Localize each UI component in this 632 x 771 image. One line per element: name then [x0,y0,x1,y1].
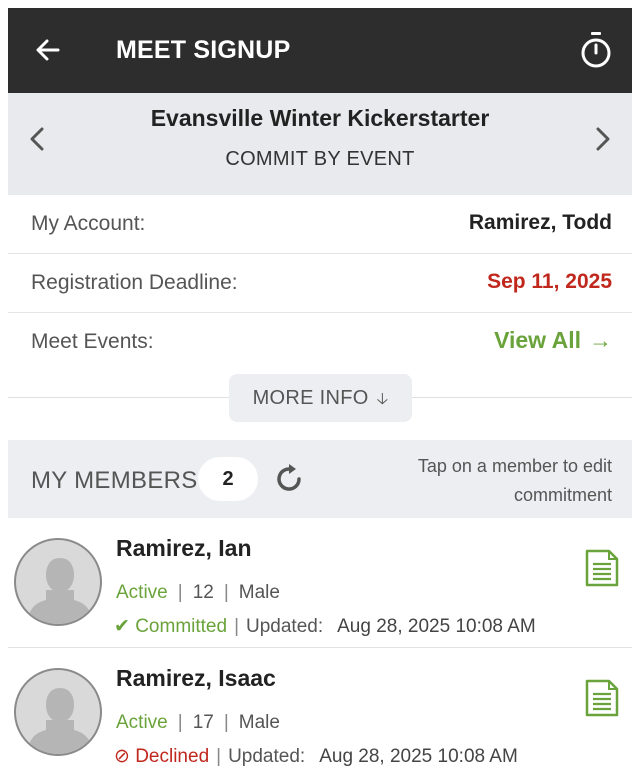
member-meta: Active | 12 | Male [116,582,280,604]
chevron-right-icon[interactable] [590,121,616,157]
separator: | [177,582,183,603]
member-row[interactable]: Ramirez, Isaac Active | 17 | Male ⊘ Declined… [8,648,632,771]
meet-name: Evansville Winter Kickerstarter [150,105,490,131]
page-title: MEET SIGNUP [116,36,291,64]
separator: | [234,616,239,637]
avatar [14,668,102,756]
deadline-label: Registration Deadline: [31,271,238,294]
checkmark-icon: ✔ [114,616,130,637]
deadline-row: Registration Deadline: Sep 11, 2025 [8,254,632,313]
more-info-button[interactable]: MORE INFO 🡣 [229,374,412,422]
updated-date: Aug 28, 2025 10:08 AM [319,746,518,767]
prohibited-icon: ⊘ [114,746,130,767]
member-meta: Active | 17 | Male [116,712,280,734]
meet-events-row: Meet Events: View All → [8,313,632,372]
member-name: Ramirez, Isaac [116,665,276,691]
separator: | [216,746,222,767]
chevron-down-icon: 🡣 [376,391,389,408]
more-info-label: MORE INFO [252,387,369,409]
members-count-badge: 2 [198,457,258,501]
arrow-right-icon: → [589,327,612,353]
member-age: 17 [192,712,214,733]
stopwatch-icon[interactable] [578,30,614,70]
member-status: Active [116,582,168,603]
document-list-icon[interactable] [584,548,620,588]
document-list-icon[interactable] [584,678,620,718]
commit-label: Declined [135,746,210,767]
commitment-status: ✔ Committed | Updated: Aug 28, 2025 10:08 A… [114,615,536,638]
meet-selector: Evansville Winter Kickerstarter COMMIT B… [8,93,632,195]
person-silhouette-icon [26,558,94,624]
members-header: MY MEMBERS 2 Tap on a member to edit com… [8,440,632,518]
member-row[interactable]: Ramirez, Ian Active | 12 | Male ✔ Committed |… [8,518,632,648]
commit-mode: COMMIT BY EVENT [225,148,415,170]
edit-hint-line2: commitment [513,485,612,505]
avatar [14,538,102,626]
member-gender: Male [238,582,280,603]
commitment-status: ⊘ Declined | Updated: Aug 28, 2025 10:08 AM [114,745,518,768]
member-gender: Male [238,712,280,733]
account-value: Ramirez, Todd [468,211,612,234]
separator: | [223,712,229,733]
updated-date: Aug 28, 2025 10:08 AM [337,616,536,637]
member-name: Ramirez, Ian [116,535,252,561]
commit-label: Committed [135,616,228,637]
deadline-value: Sep 11, 2025 [487,270,612,293]
app-bar: MEET SIGNUP [8,8,632,93]
account-label: My Account: [31,212,146,235]
members-title: MY MEMBERS [31,467,198,494]
member-status: Active [116,712,168,733]
meet-events-label: Meet Events: [31,330,154,353]
person-silhouette-icon [26,688,94,754]
view-all-label: View All [494,327,581,353]
refresh-icon[interactable] [272,462,306,496]
back-arrow-icon[interactable] [32,34,64,66]
updated-label: Updated: [228,746,306,767]
edit-hint: Tap on a member to edit commitment [372,452,612,510]
view-all-link[interactable]: View All → [494,327,612,354]
updated-label: Updated: [246,616,324,637]
edit-hint-line1: Tap on a member to edit [417,456,612,476]
member-age: 12 [192,582,214,603]
separator: | [177,712,183,733]
separator: | [223,582,229,603]
account-row: My Account: Ramirez, Todd [8,195,632,254]
